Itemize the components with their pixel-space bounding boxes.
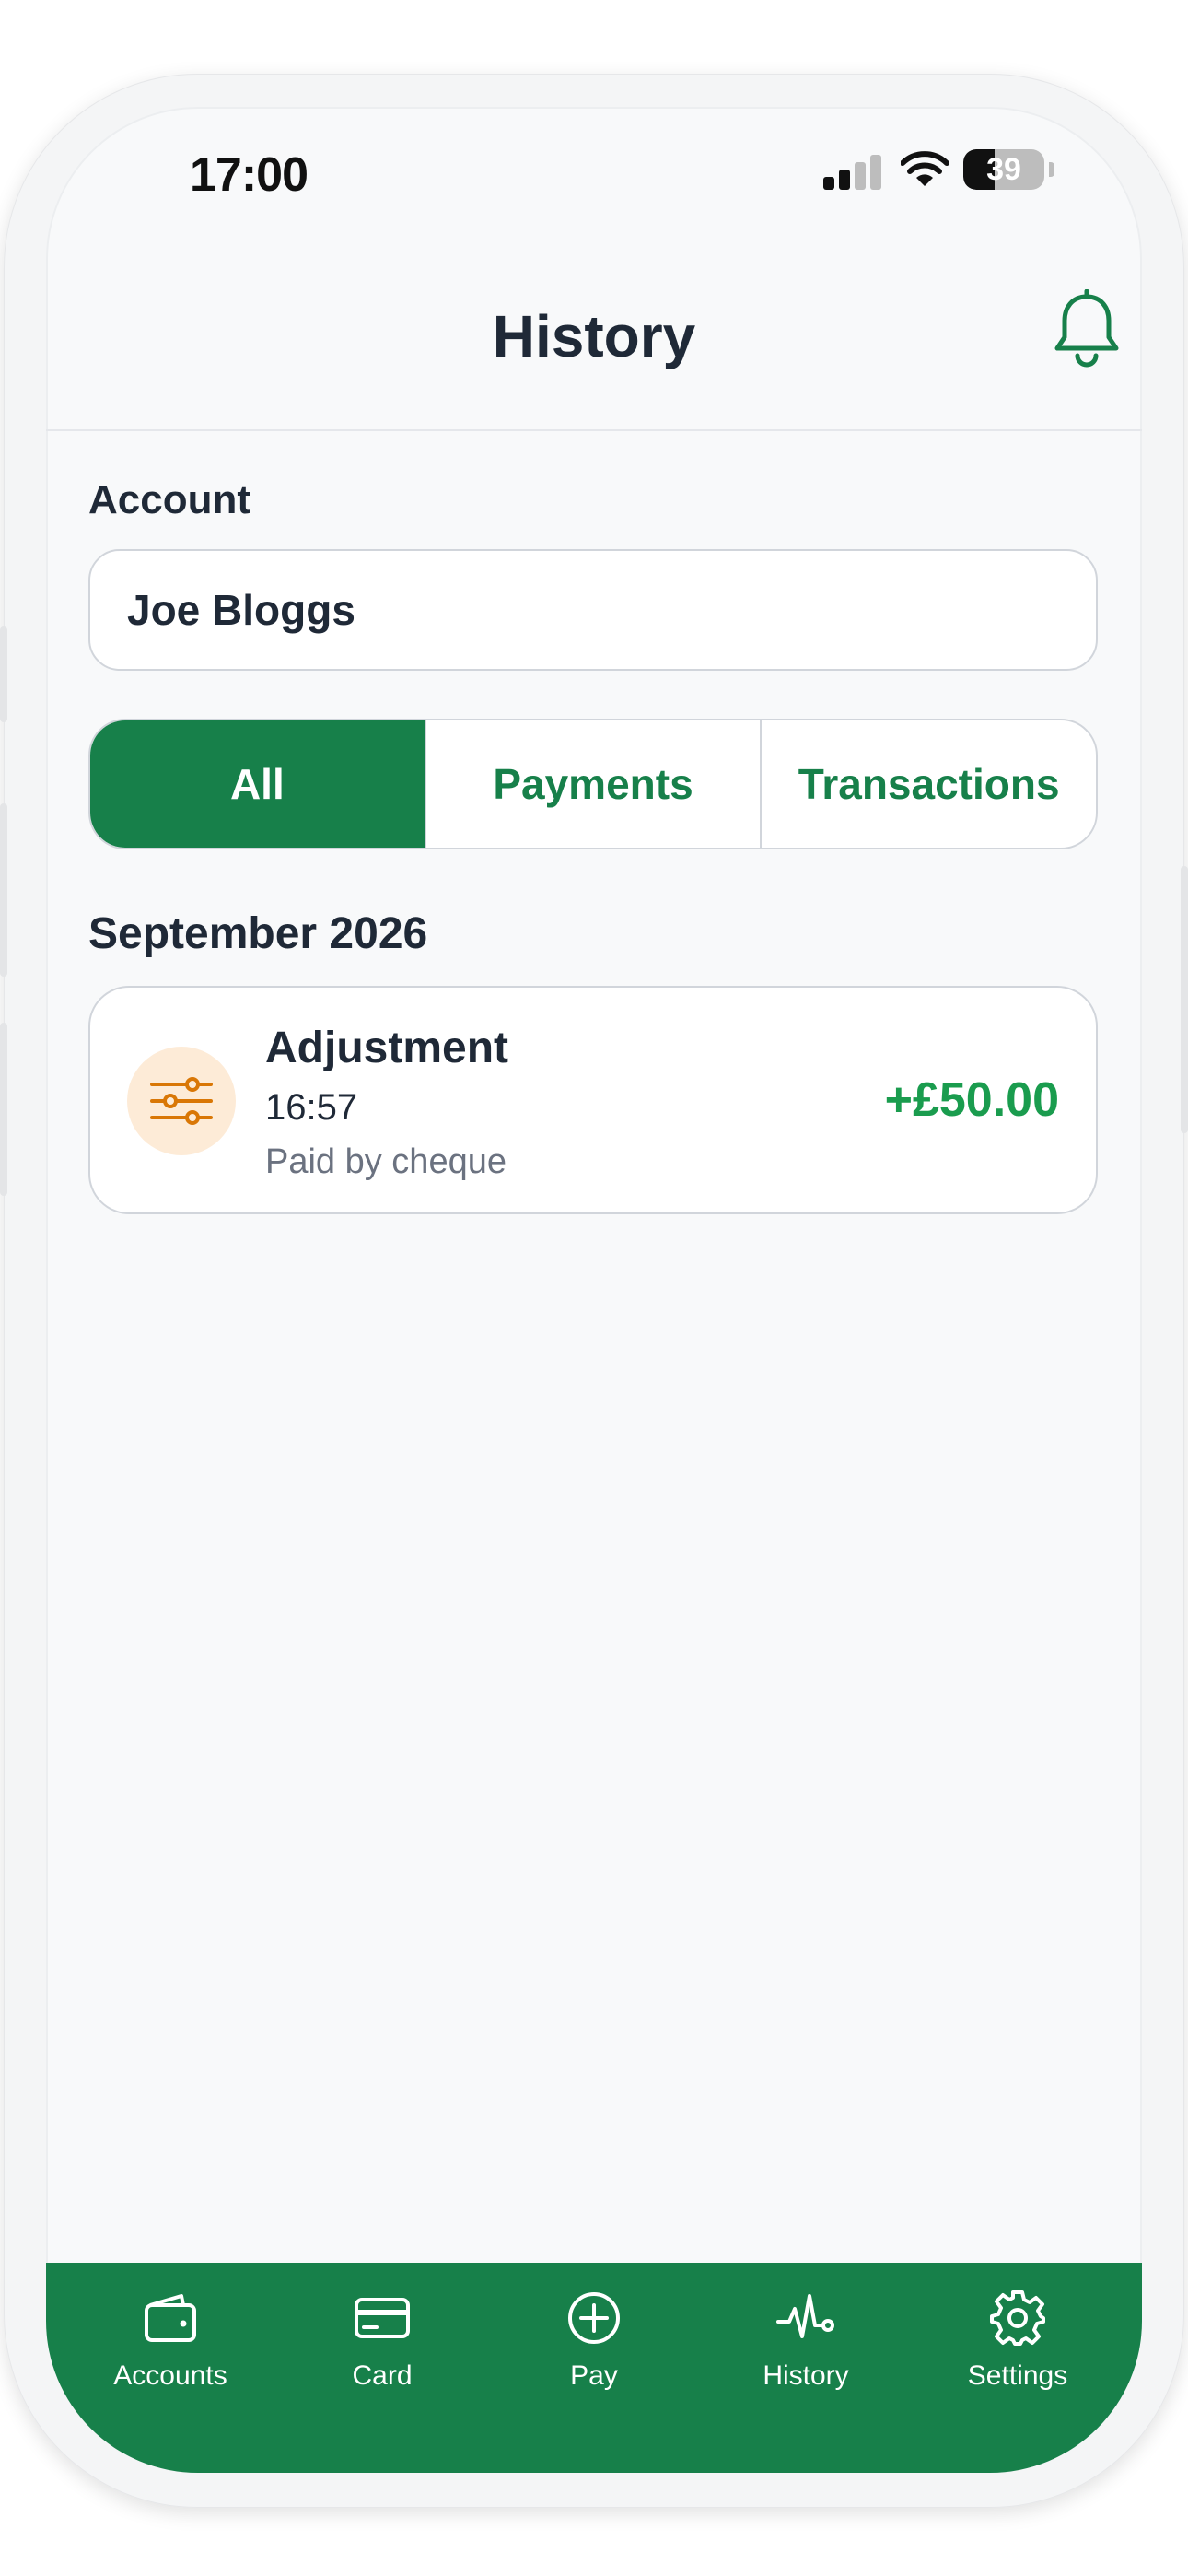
transaction-time: 16:57: [265, 1087, 358, 1128]
transaction-title: Adjustment: [265, 1024, 508, 1072]
tab-history[interactable]: History: [700, 2289, 912, 2473]
tab-pay[interactable]: Pay: [488, 2289, 700, 2473]
plus-circle-icon: [568, 2292, 620, 2344]
bell-icon[interactable]: [1050, 289, 1124, 369]
page-title: History: [492, 303, 696, 369]
battery-nub: [1049, 162, 1054, 177]
bottom-tab-bar: Accounts Card Pay History Settings: [46, 2263, 1142, 2473]
tab-settings[interactable]: Settings: [912, 2289, 1124, 2473]
account-select-value: Joe Bloggs: [127, 586, 355, 634]
device-side-button: [1181, 866, 1188, 1133]
credit-card-icon: [355, 2298, 410, 2338]
sliders-icon: [127, 1047, 236, 1155]
battery-icon: 39: [963, 149, 1044, 190]
tab-label: History: [763, 2360, 849, 2391]
gear-icon: [990, 2290, 1045, 2346]
filter-payments[interactable]: Payments: [424, 720, 761, 848]
cellular-signal-icon: [823, 155, 882, 190]
device-side-button: [0, 626, 7, 722]
filter-transactions[interactable]: Transactions: [760, 720, 1096, 848]
account-select[interactable]: Joe Bloggs: [88, 549, 1098, 671]
status-time: 17:00: [190, 148, 309, 202]
filter-all[interactable]: All: [90, 720, 425, 848]
app-screen: 17:00 39 History Account Joe Bloggs All …: [46, 107, 1142, 2473]
header-divider: [46, 429, 1142, 431]
section-title-month: September 2026: [88, 909, 428, 958]
device-side-button: [0, 803, 7, 977]
tab-label: Card: [352, 2360, 413, 2391]
transaction-amount: +£50.00: [884, 1073, 1059, 1127]
wallet-icon: [145, 2294, 196, 2342]
transaction-note: Paid by cheque: [265, 1142, 507, 1181]
tab-label: Accounts: [113, 2360, 227, 2391]
battery-level: 39: [986, 152, 1021, 187]
wifi-icon: [901, 151, 949, 186]
tab-accounts[interactable]: Accounts: [64, 2289, 276, 2473]
tab-card[interactable]: Card: [276, 2289, 488, 2473]
history-filter: All Payments Transactions: [88, 719, 1098, 849]
tab-label: Settings: [967, 2360, 1068, 2391]
account-label: Account: [88, 477, 250, 522]
tab-label: Pay: [570, 2360, 618, 2391]
activity-icon: [776, 2294, 834, 2338]
transaction-item[interactable]: Adjustment 16:57 Paid by cheque +£50.00: [88, 986, 1098, 1214]
device-side-button: [0, 1023, 7, 1196]
